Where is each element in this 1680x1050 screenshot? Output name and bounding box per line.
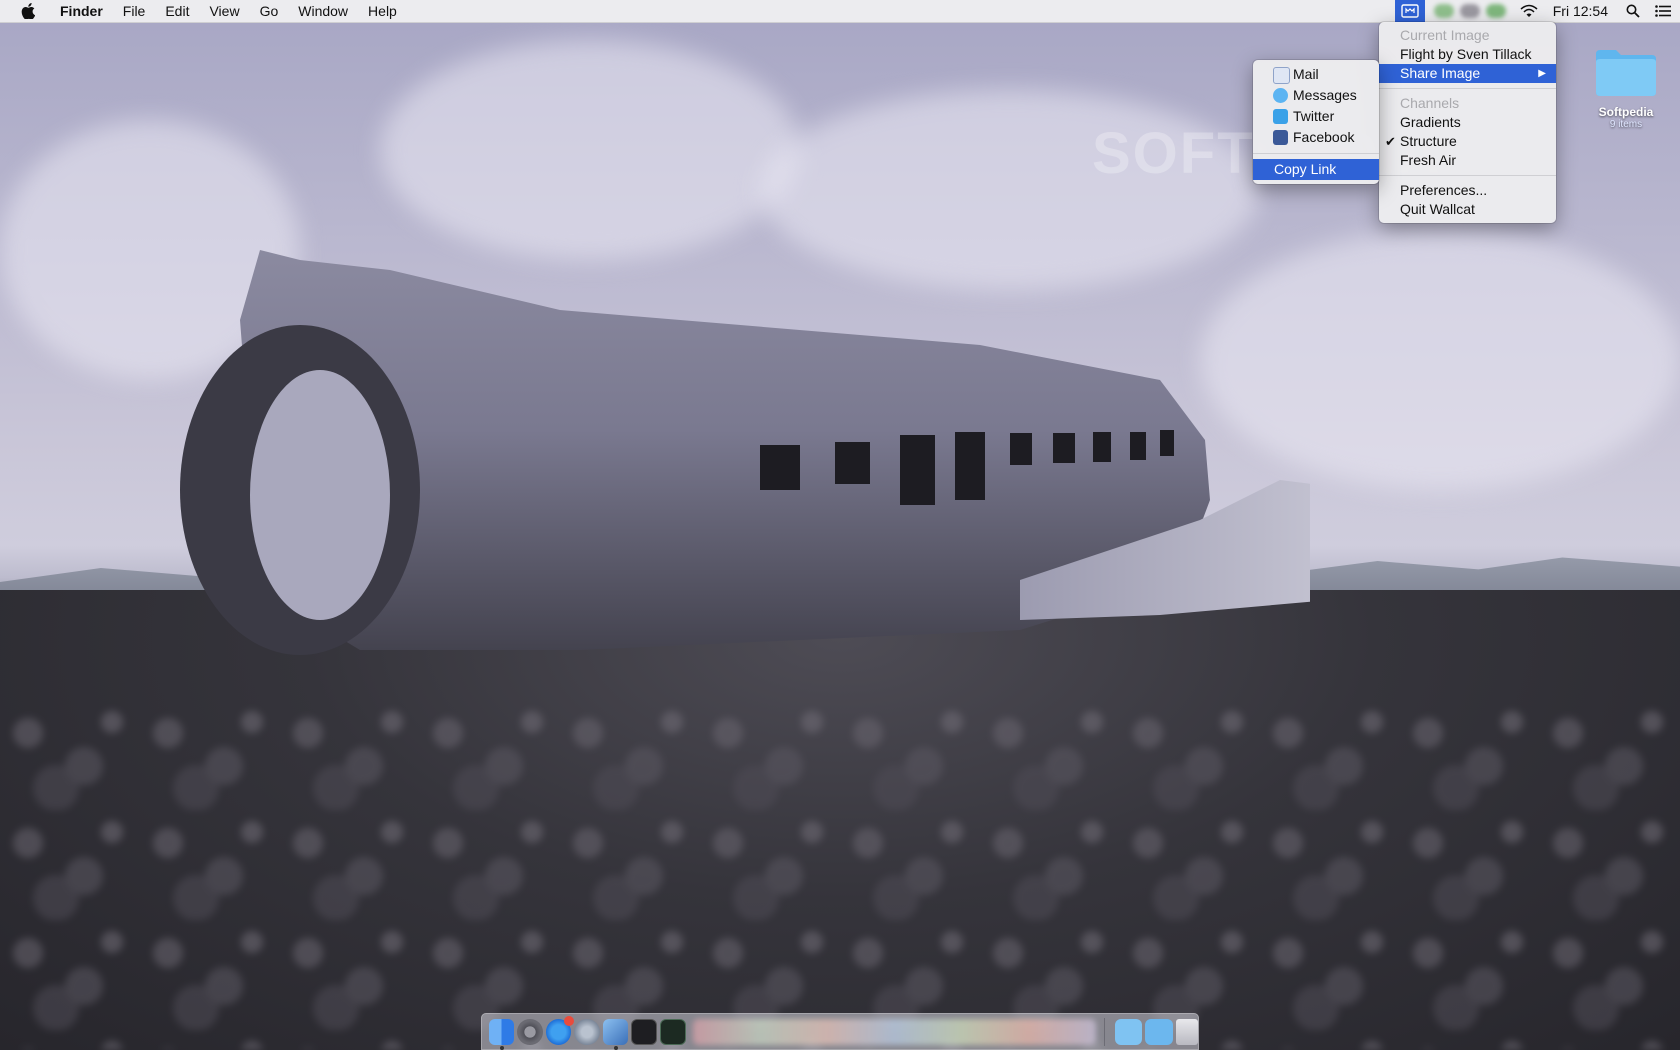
plane-wreck-image — [180, 250, 1310, 655]
channel-structure[interactable]: ✔ Structure — [1379, 132, 1556, 151]
cloud — [380, 40, 800, 260]
submenu-arrow-icon: ▶ — [1538, 68, 1546, 79]
channel-fresh-air[interactable]: Fresh Air — [1379, 151, 1556, 170]
channel-label: Gradients — [1400, 114, 1461, 130]
preferences-item[interactable]: Preferences... — [1379, 181, 1556, 200]
share-image-item[interactable]: Share Image ▶ — [1379, 64, 1556, 83]
copy-link-item[interactable]: Copy Link — [1253, 159, 1379, 180]
share-messages-item[interactable]: Messages — [1253, 85, 1379, 106]
menu-view[interactable]: View — [199, 0, 249, 22]
share-image-submenu: Mail Messages Twitter Facebook Copy Link — [1253, 60, 1379, 184]
share-mail-item[interactable]: Mail — [1253, 64, 1379, 85]
wifi-icon[interactable] — [1515, 0, 1543, 22]
share-item-label: Twitter — [1293, 108, 1335, 124]
downloads-folder-icon[interactable] — [1145, 1018, 1173, 1045]
twitter-icon — [1273, 109, 1288, 124]
running-indicator — [613, 1045, 618, 1050]
channels-header: Channels — [1400, 95, 1460, 111]
spotlight-search-icon[interactable] — [1620, 0, 1646, 22]
share-twitter-item[interactable]: Twitter — [1253, 106, 1379, 127]
blurred-dock-apps — [693, 1018, 1097, 1045]
share-item-label: Mail — [1293, 66, 1319, 82]
finder-icon[interactable] — [488, 1018, 515, 1050]
applications-folder-icon[interactable] — [1114, 1018, 1143, 1045]
menu-separator — [1253, 153, 1379, 154]
terminal-icon[interactable] — [631, 1018, 657, 1045]
menu-help[interactable]: Help — [358, 0, 407, 22]
channel-label: Fresh Air — [1400, 152, 1457, 168]
dock — [481, 1013, 1199, 1050]
image-title-item[interactable]: Flight by Sven Tillack — [1379, 45, 1556, 64]
app-store-icon[interactable] — [545, 1015, 575, 1045]
menu-edit[interactable]: Edit — [155, 0, 199, 22]
running-indicator — [499, 1045, 504, 1050]
menu-bar: Finder File Edit View Go Window Help Fri… — [0, 0, 1680, 23]
menu-bar-left: Finder File Edit View Go Window Help — [0, 0, 407, 22]
menu-file[interactable]: File — [113, 0, 156, 22]
menu-bar-status-area: Fri 12:54 — [1394, 0, 1680, 22]
blurred-icon — [1485, 4, 1506, 18]
apple-icon[interactable] — [20, 2, 36, 20]
menu-go[interactable]: Go — [250, 0, 289, 22]
menu-window[interactable]: Window — [288, 0, 358, 22]
folder-icon — [1596, 50, 1656, 96]
messages-icon — [1273, 88, 1288, 103]
share-image-label: Share Image — [1400, 65, 1481, 81]
preview-icon[interactable] — [602, 1018, 629, 1050]
trash-icon[interactable] — [1175, 1018, 1198, 1045]
notification-center-icon[interactable] — [1646, 0, 1680, 22]
dock-divider — [1104, 1017, 1106, 1046]
quit-wallcat-item[interactable]: Quit Wallcat — [1379, 200, 1556, 219]
blurred-icon — [1459, 4, 1480, 18]
facebook-icon — [1273, 130, 1288, 145]
menu-separator — [1379, 175, 1556, 176]
current-image-header: Current Image — [1400, 27, 1490, 43]
foreground-pebbles — [0, 700, 1680, 1050]
share-item-label: Facebook — [1293, 129, 1355, 145]
activity-monitor-icon[interactable] — [660, 1018, 686, 1045]
folder-item-count: 9 items — [1609, 119, 1643, 130]
menu-finder[interactable]: Finder — [50, 0, 113, 22]
blurred-icon — [1433, 4, 1454, 18]
desktop-folder-softpedia[interactable]: Softpedia 9 items — [1588, 46, 1664, 130]
notification-badge — [564, 1015, 575, 1026]
channel-gradients[interactable]: Gradients — [1379, 113, 1556, 132]
share-item-label: Messages — [1293, 87, 1357, 103]
share-facebook-item[interactable]: Facebook — [1253, 127, 1379, 148]
wallcat-menu: Current Image Flight by Sven Tillack Sha… — [1379, 22, 1556, 223]
checkmark-icon: ✔ — [1385, 134, 1396, 149]
blurred-status-icons — [1425, 0, 1515, 22]
channel-label: Structure — [1400, 133, 1457, 149]
folder-name: Softpedia — [1598, 105, 1654, 119]
mail-icon — [1273, 67, 1290, 84]
system-preferences-icon[interactable] — [517, 1018, 543, 1045]
wallcat-status-icon[interactable] — [1394, 0, 1425, 22]
menu-separator — [1379, 88, 1556, 89]
menu-bar-clock[interactable]: Fri 12:54 — [1543, 3, 1620, 19]
launchpad-icon[interactable] — [574, 1018, 600, 1045]
